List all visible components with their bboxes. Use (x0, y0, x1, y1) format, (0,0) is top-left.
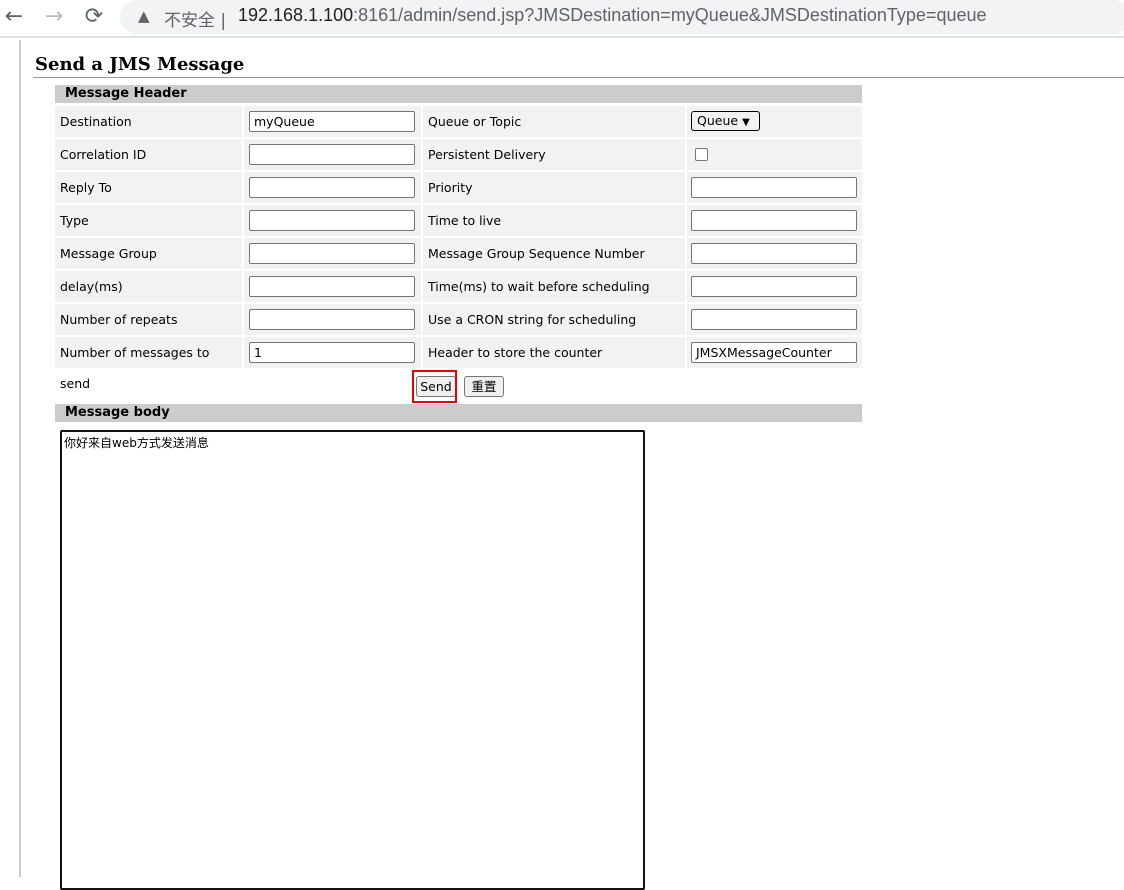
label-use-a-cron-string-for-scheduling: Use a CRON string for scheduling (423, 304, 685, 335)
url-host: 192.168.1.100 (238, 5, 354, 25)
page-border (19, 40, 21, 877)
input-number-of-messages-to-send[interactable]: 1 (249, 342, 415, 363)
url-text[interactable]: 192.168.1.100:8161/admin/send.jsp?JMSDes… (238, 5, 987, 26)
label-persistent-delivery: Persistent Delivery (423, 139, 685, 170)
label-number-of-repeats: Number of repeats (55, 304, 242, 335)
label-time-ms-to-wait-before-scheduling-again: Time(ms) to wait before scheduling again (423, 271, 685, 325)
input-cell (687, 139, 862, 170)
label-queue-or-topic: Queue or Topic (423, 106, 685, 137)
chevron-down-icon: ▼ (742, 117, 750, 128)
highlight-box (412, 370, 457, 403)
input-reply-to[interactable] (249, 177, 415, 198)
message-header-section: Message Header (55, 85, 862, 103)
page-title: Send a JMS Message (35, 54, 245, 75)
label-delay-ms: delay(ms) (55, 271, 242, 302)
message-body-textarea[interactable] (60, 430, 645, 890)
input-priority[interactable] (691, 177, 857, 198)
label-correlation-id: Correlation ID (55, 139, 242, 170)
input-number-of-repeats[interactable] (249, 309, 415, 330)
input-type[interactable] (249, 210, 415, 231)
url-rest: :8161/admin/send.jsp?JMSDestination=myQu… (353, 5, 987, 25)
input-delay-ms[interactable] (249, 276, 415, 297)
forward-icon[interactable]: → (40, 4, 68, 29)
browser-toolbar: ← → ⟳ ▲ 不安全 | 192.168.1.100:8161/admin/s… (0, 0, 1124, 38)
reload-icon[interactable]: ⟳ (80, 4, 108, 29)
input-destination[interactable]: myQueue (249, 111, 415, 132)
input-time-ms-to-wait-before-scheduling-again[interactable] (691, 276, 857, 297)
back-icon[interactable]: ← (0, 4, 28, 29)
warning-icon[interactable]: ▲ (138, 7, 150, 25)
input-message-group-sequence-number[interactable] (691, 243, 857, 264)
input-message-group[interactable] (249, 243, 415, 264)
input-correlation-id[interactable] (249, 144, 415, 165)
label-message-group-sequence-number: Message Group Sequence Number (423, 238, 685, 269)
input-use-a-cron-string-for-scheduling[interactable] (691, 309, 857, 330)
select-value: Queue (697, 113, 739, 128)
reset-button[interactable]: 重置 (464, 376, 504, 397)
label-number-of-messages-to-send: Number of messages to send (55, 337, 242, 391)
message-body-section: Message body (55, 404, 862, 422)
label-type: Type (55, 205, 242, 236)
label-priority: Priority (423, 172, 685, 203)
queue-or-topic-select[interactable]: Queue ▼ (691, 111, 760, 131)
persistent-delivery-checkbox[interactable] (695, 148, 708, 161)
input-time-to-live[interactable] (691, 210, 857, 231)
label-destination: Destination (55, 106, 242, 137)
label-reply-to: Reply To (55, 172, 242, 203)
title-divider (33, 77, 1124, 78)
label-message-group: Message Group (55, 238, 242, 269)
security-label[interactable]: 不安全 | (164, 6, 226, 31)
label-header-to-store-the-counter: Header to store the counter (423, 337, 685, 368)
label-time-to-live: Time to live (423, 205, 685, 236)
input-header-to-store-the-counter[interactable]: JMSXMessageCounter (691, 342, 857, 363)
